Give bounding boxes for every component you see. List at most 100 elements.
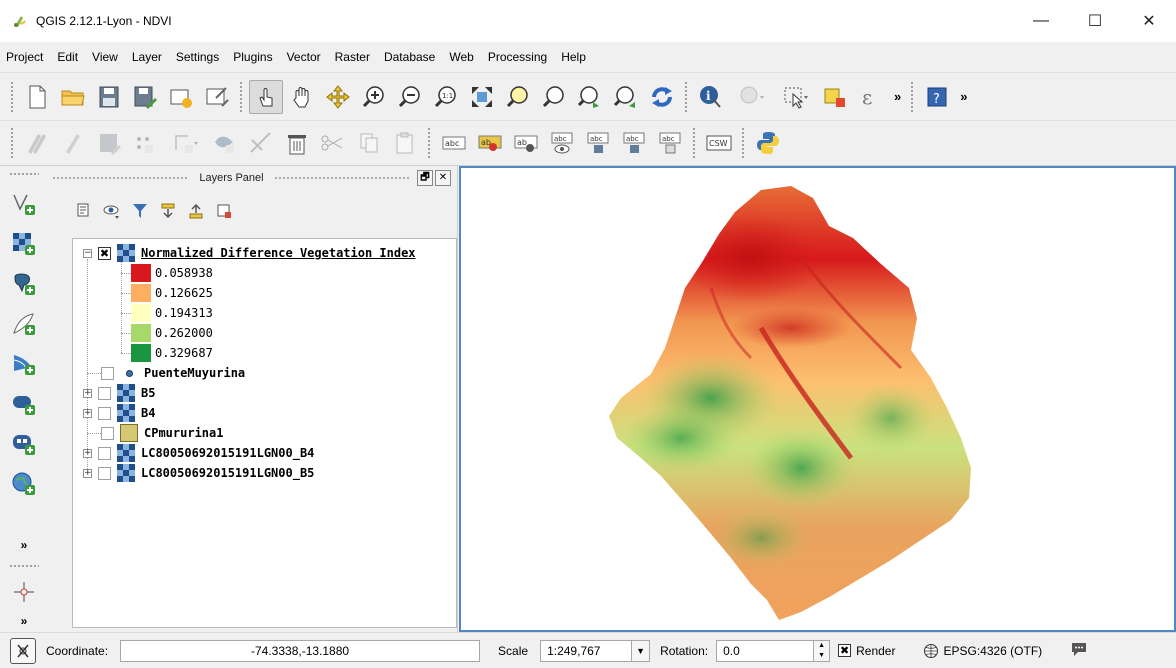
open-project-button[interactable]	[56, 80, 90, 114]
collapse-toggle[interactable]: −	[83, 248, 92, 258]
layer-visibility-checkbox[interactable]	[101, 366, 114, 380]
zoom-in-button[interactable]	[357, 80, 391, 114]
new-print-composer-button[interactable]	[164, 80, 198, 114]
add-wms-layer-button[interactable]	[8, 468, 40, 500]
layer-visibility-checkbox[interactable]: ✖	[98, 246, 111, 260]
spin-arrows-icon[interactable]: ▲ ▼	[814, 639, 831, 662]
add-feature-button[interactable]	[128, 126, 162, 160]
expand-toggle[interactable]: +	[83, 448, 92, 458]
layer-row-lc-b4[interactable]: + LC80050692015191LGN00_B4	[83, 443, 314, 463]
paste-features-button[interactable]	[388, 126, 422, 160]
style-manager-button[interactable]	[72, 199, 96, 223]
toolbar-grip[interactable]	[741, 127, 746, 159]
capture-coordinate-button[interactable]	[8, 576, 40, 608]
toolbar-grip[interactable]	[9, 564, 39, 569]
cut-features-button[interactable]	[316, 126, 350, 160]
zoom-full-button[interactable]	[465, 80, 499, 114]
identify-features-button[interactable]: i	[694, 80, 728, 114]
scale-combo[interactable]: 1:249,767 ▼	[540, 639, 651, 662]
maximize-button[interactable]: ☐	[1072, 0, 1118, 42]
add-postgis-layer-button[interactable]	[8, 268, 40, 300]
zoom-next-button[interactable]	[609, 80, 643, 114]
remove-layer-button[interactable]	[212, 199, 236, 223]
touch-zoom-pan-button[interactable]	[249, 79, 283, 114]
toolbar-overflow-chevron[interactable]: »	[889, 89, 906, 104]
menu-project[interactable]: Project	[0, 50, 50, 64]
render-checkbox[interactable]: ✖	[838, 644, 852, 657]
layer-row-puentemuyurina[interactable]: PuenteMuyurina	[101, 363, 245, 383]
layer-row-cpmururina1[interactable]: CPmururina1	[101, 423, 223, 443]
move-label-button[interactable]: abc	[581, 126, 615, 160]
layer-row-b5[interactable]: + B5	[83, 383, 155, 403]
zoom-native-button[interactable]: 1:1	[429, 80, 463, 114]
panel-float-button[interactable]: 🗗	[417, 170, 433, 186]
layer-visibility-checkbox[interactable]	[98, 466, 111, 480]
map-canvas[interactable]	[459, 166, 1176, 632]
node-tool-button[interactable]	[164, 126, 206, 160]
crs-status-button[interactable]: EPSG:4326 (OTF)	[923, 643, 1042, 659]
menu-database[interactable]: Database	[377, 50, 442, 64]
add-spatialite-layer-button[interactable]	[8, 308, 40, 340]
menu-processing[interactable]: Processing	[481, 50, 554, 64]
expand-toggle[interactable]: +	[83, 388, 92, 398]
layer-row-b4[interactable]: + B4	[83, 403, 155, 423]
chevron-down-icon[interactable]: ▼	[632, 639, 651, 662]
pin-labels-button[interactable]: ab	[473, 126, 507, 160]
expand-all-button[interactable]	[156, 199, 180, 223]
menu-layer[interactable]: Layer	[125, 50, 169, 64]
new-project-button[interactable]	[20, 80, 54, 114]
delete-selected-button[interactable]	[280, 126, 314, 160]
current-edits-button[interactable]	[20, 126, 54, 160]
layer-visibility-checkbox[interactable]	[98, 386, 111, 400]
toggle-extents-button[interactable]	[10, 637, 36, 664]
menu-raster[interactable]: Raster	[328, 50, 377, 64]
toolbar-grip[interactable]	[427, 127, 432, 159]
copy-features-button[interactable]	[352, 126, 386, 160]
save-as-button[interactable]	[128, 80, 162, 114]
layer-row-ndvi[interactable]: − ✖ Normalized Difference Vegetation Ind…	[83, 243, 416, 263]
pan-map-button[interactable]	[285, 80, 319, 114]
zoom-last-button[interactable]	[573, 80, 607, 114]
metasearch-csw-button[interactable]: CSW	[702, 126, 736, 160]
menu-edit[interactable]: Edit	[50, 50, 85, 64]
toolbar-grip[interactable]	[692, 127, 697, 159]
layer-labeling-button[interactable]: abc	[437, 126, 471, 160]
composer-manager-button[interactable]	[200, 80, 234, 114]
vertical-toolbar-overflow[interactable]: »	[0, 538, 48, 552]
save-edits-button[interactable]	[92, 126, 126, 160]
toolbar-grip[interactable]	[9, 172, 39, 177]
rotation-spinbox[interactable]: 0.0 ▲ ▼	[716, 639, 831, 662]
add-virtual-layer-button[interactable]	[8, 428, 40, 460]
menu-settings[interactable]: Settings	[169, 50, 226, 64]
expand-toggle[interactable]: +	[83, 468, 92, 478]
move-feature-button[interactable]	[208, 126, 242, 160]
layer-visibility-checkbox[interactable]	[101, 426, 114, 440]
add-mssql-layer-button[interactable]	[8, 348, 40, 380]
toolbar-grip[interactable]	[10, 80, 15, 113]
scale-value[interactable]: 1:249,767	[540, 639, 633, 662]
add-delimited-text-layer-button[interactable]	[8, 188, 40, 220]
pan-to-selection-button[interactable]	[321, 80, 355, 114]
change-label-button[interactable]: abc	[653, 126, 687, 160]
rotation-value[interactable]: 0.0	[716, 639, 815, 662]
highlight-pinned-button[interactable]: ab	[509, 126, 543, 160]
save-project-button[interactable]	[92, 80, 126, 114]
run-feature-action-button[interactable]	[730, 80, 772, 114]
menu-help[interactable]: Help	[554, 50, 593, 64]
field-calculator-button[interactable]: ε	[854, 80, 888, 114]
menu-vector[interactable]: Vector	[280, 50, 328, 64]
deselect-features-button[interactable]	[818, 80, 852, 114]
python-console-button[interactable]	[751, 126, 785, 160]
show-hide-labels-button[interactable]: abc	[545, 126, 579, 160]
node-edit-button[interactable]	[244, 126, 278, 160]
toggle-editing-button[interactable]	[56, 126, 90, 160]
panel-close-button[interactable]: ✕	[435, 170, 451, 186]
zoom-to-selection-button[interactable]	[501, 80, 535, 114]
zoom-out-button[interactable]	[393, 80, 427, 114]
visibility-presets-button[interactable]	[100, 199, 124, 223]
layer-visibility-checkbox[interactable]	[98, 406, 111, 420]
menu-web[interactable]: Web	[442, 50, 480, 64]
zoom-to-layer-button[interactable]	[537, 80, 571, 114]
layer-visibility-checkbox[interactable]	[98, 446, 111, 460]
toolbar-overflow-chevron-2[interactable]: »	[955, 89, 972, 104]
